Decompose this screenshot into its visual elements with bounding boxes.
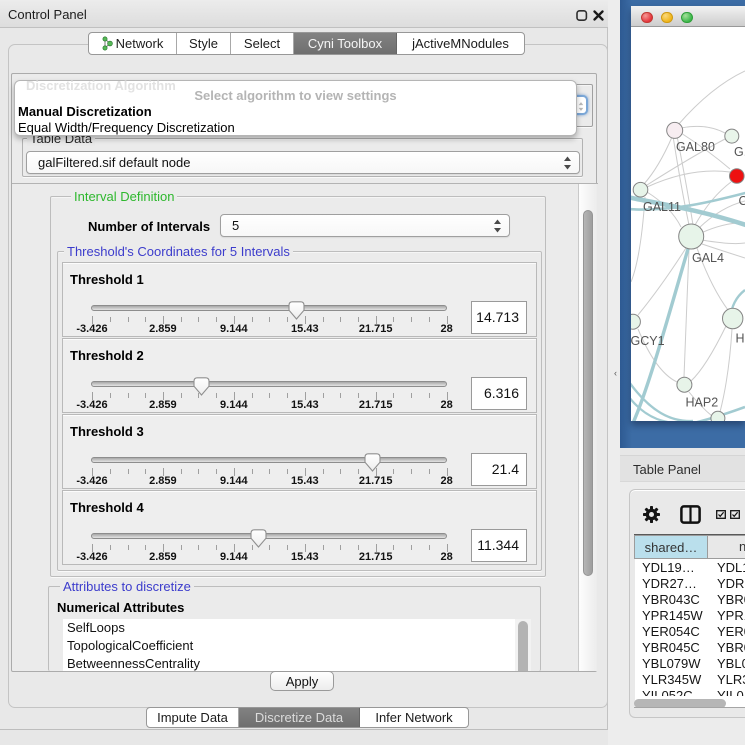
svg-text:C: C xyxy=(739,194,745,208)
svg-text:GAL11: GAL11 xyxy=(643,200,681,214)
svg-text:GCY1: GCY1 xyxy=(631,334,665,348)
svg-text:HAP2: HAP2 xyxy=(686,396,719,410)
svg-text:G.: G. xyxy=(734,145,745,159)
svg-text:GAL4: GAL4 xyxy=(692,251,724,265)
svg-text:GAL80: GAL80 xyxy=(676,140,715,154)
svg-text:H: H xyxy=(736,332,745,346)
